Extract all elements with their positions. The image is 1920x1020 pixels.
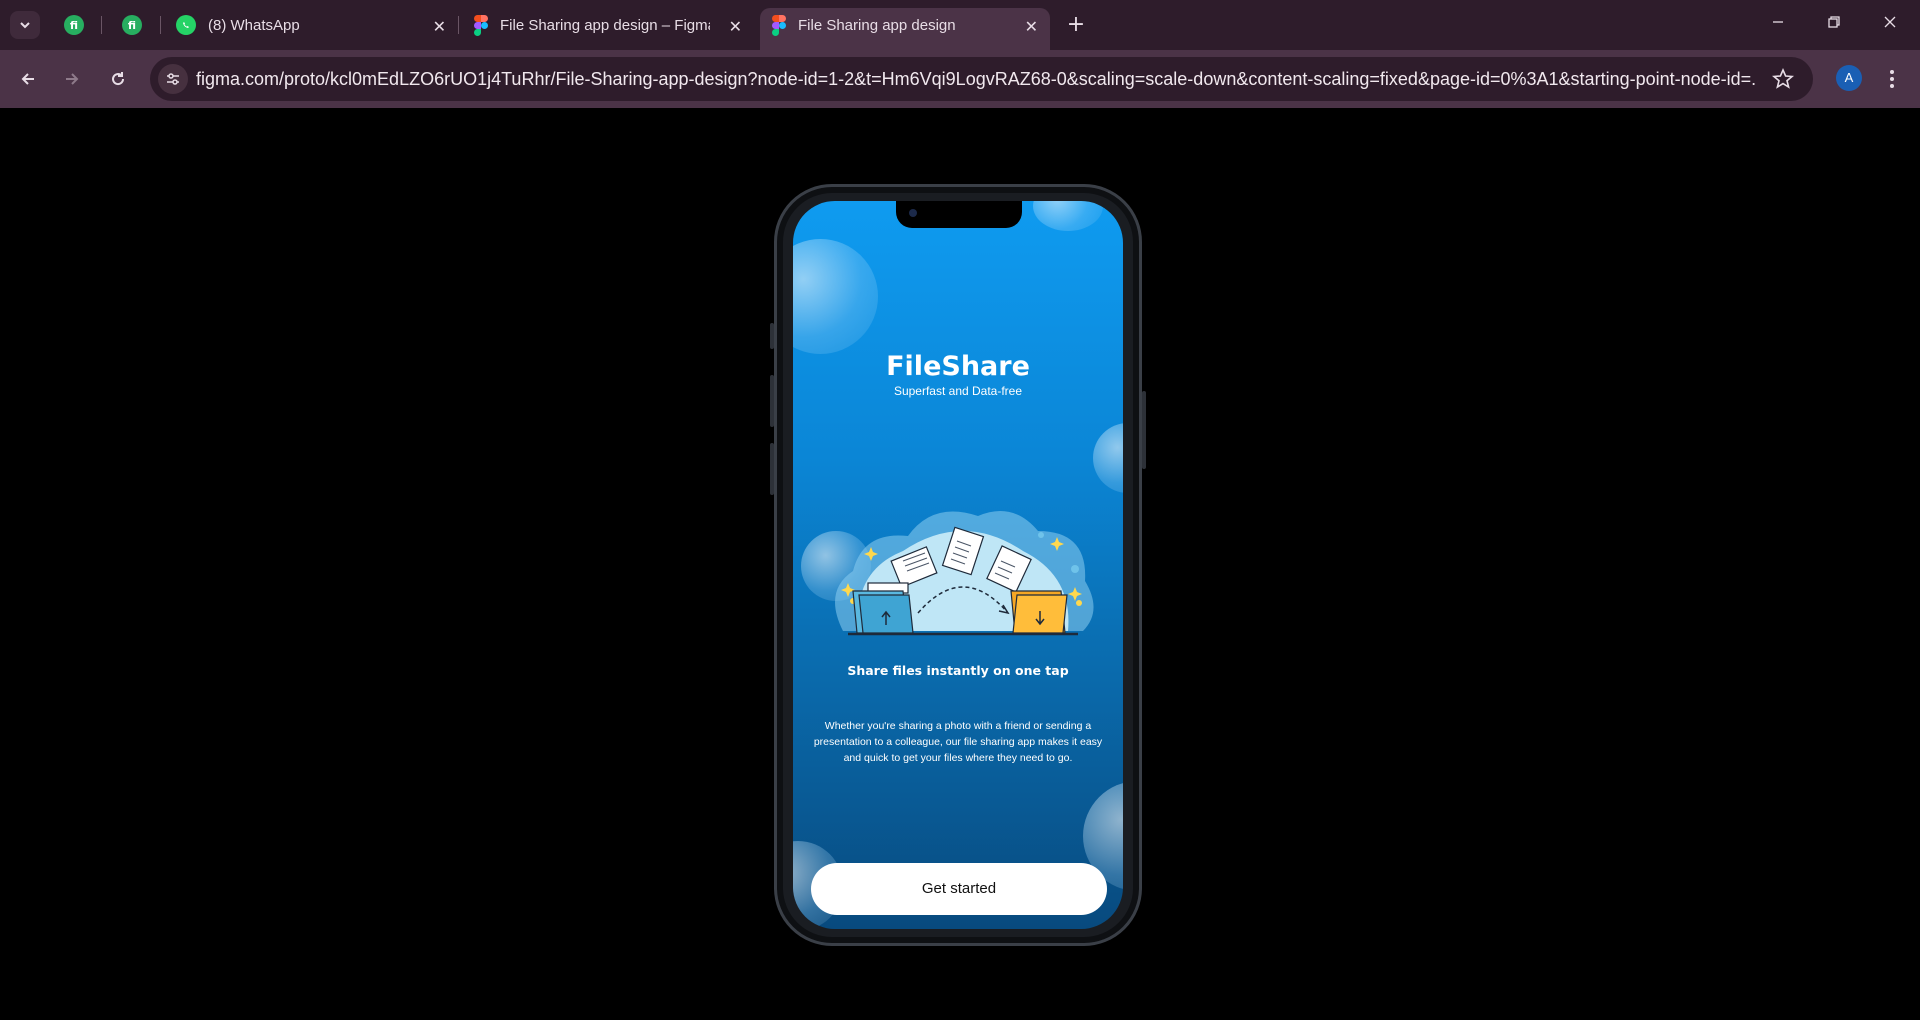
close-tab-icon[interactable]: ✕ <box>433 17 446 37</box>
tab-separator <box>101 16 102 34</box>
forward-button[interactable] <box>58 65 86 93</box>
tab-separator <box>160 16 161 34</box>
browser-toolbar: figma.com/proto/kcl0mEdLZO6rUO1j4TuRhr/F… <box>0 50 1920 108</box>
tab-search-button[interactable] <box>10 11 40 39</box>
app-screen: FileShare Superfast and Data-free Share … <box>793 201 1123 929</box>
close-icon <box>1884 16 1896 28</box>
back-arrow-icon <box>21 73 34 85</box>
pinned-tab-1[interactable]: fi <box>60 11 88 39</box>
phone-side-button <box>770 375 774 427</box>
get-started-button[interactable]: Get started <box>811 863 1107 915</box>
phone-frame: FileShare Superfast and Data-free Share … <box>770 184 1146 946</box>
phone-side-button <box>770 323 774 349</box>
new-tab-button[interactable]: + <box>1062 12 1090 40</box>
more-menu-icon[interactable] <box>1882 65 1902 93</box>
close-tab-icon[interactable]: ✕ <box>729 17 742 37</box>
reload-icon <box>112 72 125 86</box>
phone-side-button <box>770 443 774 495</box>
bookmark-star-icon[interactable] <box>1771 67 1795 91</box>
file-transfer-illustration <box>835 511 1094 636</box>
decorative-bubble <box>1093 423 1123 493</box>
forward-arrow-icon <box>66 73 79 85</box>
headline-text: Share files instantly on one tap <box>847 663 1069 678</box>
chevron-down-icon <box>20 22 30 29</box>
close-window-button[interactable] <box>1870 12 1910 36</box>
profile-avatar[interactable]: A <box>1836 65 1862 91</box>
phone-side-button <box>1142 391 1146 469</box>
minimize-button[interactable] <box>1758 12 1798 36</box>
tab-title: File Sharing app design – Figma <box>500 16 710 34</box>
phone-notch <box>896 201 1022 228</box>
tab-figma-editor[interactable]: File Sharing app design – Figma ✕ <box>462 8 754 42</box>
close-tab-icon[interactable]: ✕ <box>1025 17 1038 37</box>
camera-icon <box>909 209 917 217</box>
tune-icon <box>167 73 179 85</box>
app-brand-title: FileShare <box>886 351 1030 382</box>
pinned-tab-2[interactable]: fi <box>118 11 146 39</box>
minimize-icon <box>1773 21 1783 23</box>
figma-icon <box>474 15 488 36</box>
address-bar[interactable]: figma.com/proto/kcl0mEdLZO6rUO1j4TuRhr/F… <box>150 57 1813 101</box>
fi-app-icon: fi <box>64 15 84 35</box>
description-text: Whether you're sharing a photo with a fr… <box>813 720 1103 764</box>
back-button[interactable] <box>14 65 42 93</box>
restore-button[interactable] <box>1814 12 1854 36</box>
decorative-bubble <box>1033 201 1103 231</box>
site-info-button[interactable] <box>158 64 188 94</box>
whatsapp-icon <box>176 15 196 35</box>
app-brand-subtitle: Superfast and Data-free <box>893 384 1023 398</box>
tab-title: (8) WhatsApp <box>208 16 300 34</box>
tab-figma-prototype[interactable]: File Sharing app design ✕ <box>760 8 1050 50</box>
tab-title: File Sharing app design <box>798 16 956 34</box>
figma-icon <box>772 15 786 36</box>
url-text[interactable]: figma.com/proto/kcl0mEdLZO6rUO1j4TuRhr/F… <box>196 57 1756 101</box>
tab-whatsapp[interactable]: (8) WhatsApp ✕ <box>164 8 458 42</box>
restore-icon <box>1828 16 1840 28</box>
decorative-bubble <box>793 239 878 354</box>
tab-strip: fi fi (8) WhatsApp ✕ File Sharing app de… <box>0 0 1920 50</box>
tab-separator <box>458 16 459 34</box>
reload-button[interactable] <box>104 65 132 93</box>
fi-app-icon: fi <box>122 15 142 35</box>
